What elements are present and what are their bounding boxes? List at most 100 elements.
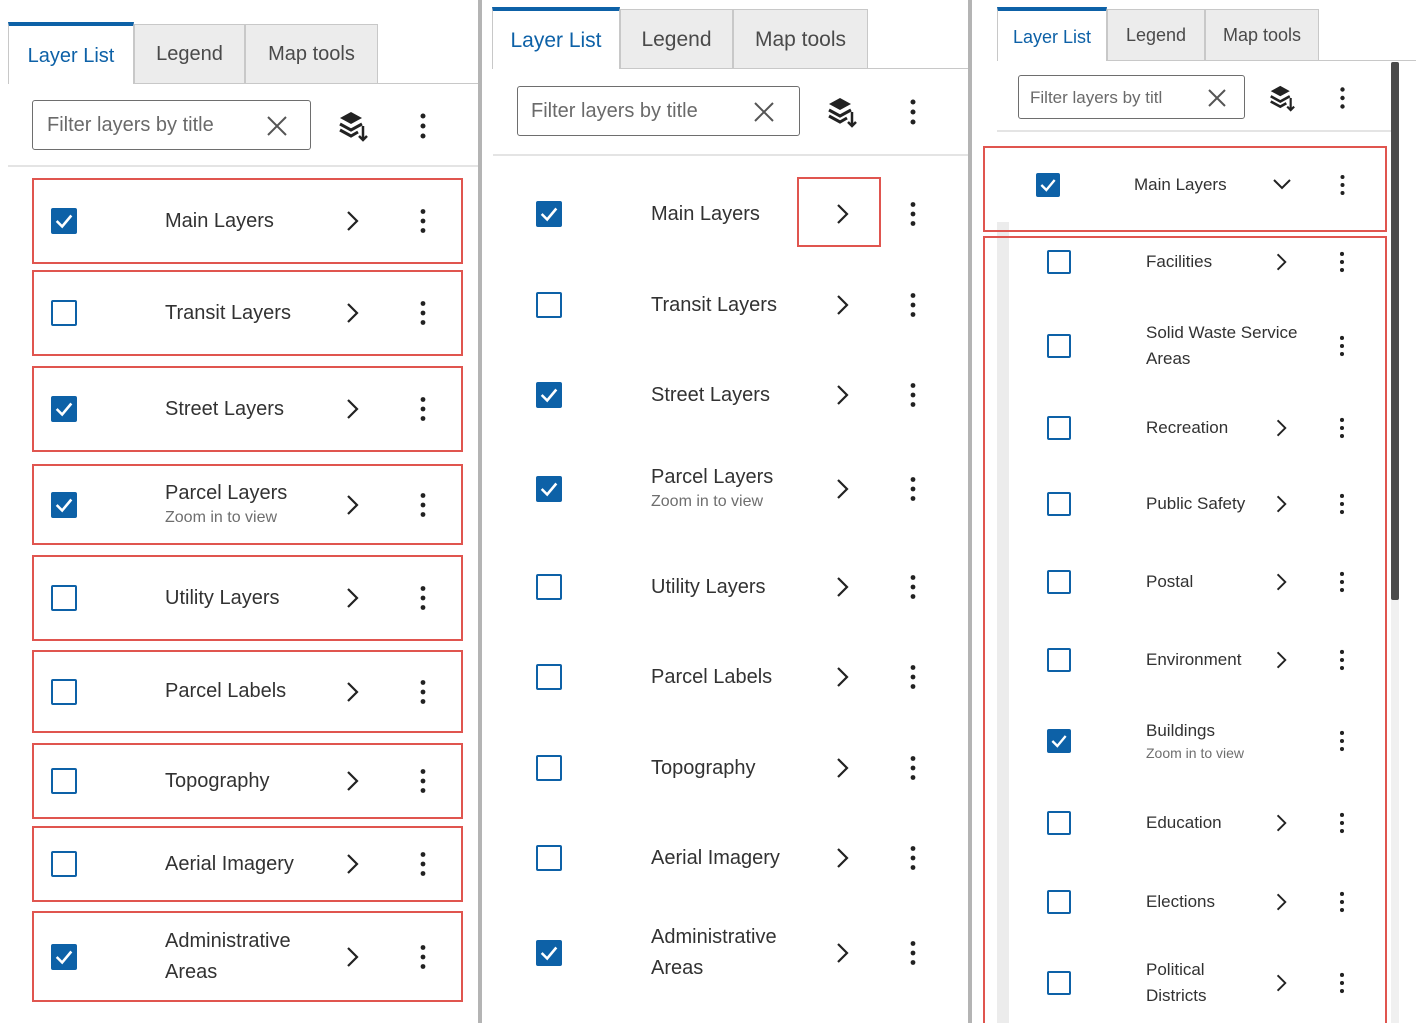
close-icon[interactable]: [752, 100, 776, 124]
layer-row-parcel-layers[interactable]: Parcel Layers Zoom in to view: [517, 441, 957, 537]
vertical-dots-icon[interactable]: [419, 396, 427, 422]
chevron-right-icon[interactable]: [1275, 973, 1287, 993]
layer-checkbox[interactable]: [1047, 648, 1071, 672]
layer-checkbox[interactable]: [536, 755, 562, 781]
layer-checkbox[interactable]: [1047, 570, 1071, 594]
layer-checkbox[interactable]: [51, 851, 77, 877]
layer-row-postal[interactable]: Postal: [1019, 544, 1389, 620]
tab-layer-list[interactable]: Layer List: [8, 22, 134, 84]
vertical-dots-icon[interactable]: [909, 574, 917, 600]
vertical-dots-icon[interactable]: [909, 755, 917, 781]
vertical-dots-icon[interactable]: [1338, 335, 1346, 357]
chevron-right-icon[interactable]: [345, 210, 359, 232]
filter-input[interactable]: Filter layers by title: [32, 100, 311, 150]
layer-row-topography[interactable]: Topography: [517, 725, 957, 811]
vertical-dots-icon[interactable]: [1338, 891, 1346, 913]
filter-input[interactable]: Filter layers by title: [517, 86, 800, 136]
chevron-right-icon[interactable]: [1275, 892, 1287, 912]
layer-checkbox[interactable]: [1047, 416, 1071, 440]
layer-row-aerial-imagery[interactable]: Aerial Imagery: [517, 815, 957, 901]
chevron-right-icon[interactable]: [1275, 494, 1287, 514]
layer-row-recreation[interactable]: Recreation: [1019, 390, 1389, 466]
layer-checkbox[interactable]: [51, 300, 77, 326]
layer-row-solid-waste-service-areas[interactable]: Solid Waste Service Areas: [1019, 306, 1389, 386]
layer-row-topography[interactable]: Topography: [32, 743, 463, 819]
chevron-right-icon[interactable]: [835, 757, 849, 779]
layers-stack-icon[interactable]: [1269, 84, 1295, 112]
layer-row-street-layers[interactable]: Street Layers: [517, 352, 957, 438]
chevron-right-icon[interactable]: [345, 770, 359, 792]
chevron-right-icon[interactable]: [835, 847, 849, 869]
layer-row-utility-layers[interactable]: Utility Layers: [517, 544, 957, 630]
layer-row-street-layers[interactable]: Street Layers: [32, 366, 463, 452]
vertical-dots-icon[interactable]: [1338, 251, 1346, 273]
chevron-right-icon[interactable]: [1275, 252, 1287, 272]
layer-row-aerial-imagery[interactable]: Aerial Imagery: [32, 826, 463, 902]
vertical-dots-icon[interactable]: [419, 585, 427, 611]
chevron-right-icon[interactable]: [835, 203, 849, 225]
chevron-right-icon[interactable]: [835, 478, 849, 500]
layer-row-transit-layers[interactable]: Transit Layers: [517, 262, 957, 348]
layer-checkbox[interactable]: [536, 845, 562, 871]
vertical-dots-icon[interactable]: [1338, 812, 1346, 834]
vertical-dots-icon[interactable]: [1339, 86, 1346, 110]
layer-checkbox[interactable]: [51, 208, 77, 234]
filter-input[interactable]: Filter layers by titl: [1018, 75, 1245, 119]
tab-legend[interactable]: Legend: [620, 9, 733, 68]
vertical-dots-icon[interactable]: [419, 208, 427, 234]
vertical-dots-icon[interactable]: [909, 292, 917, 318]
layers-stack-icon[interactable]: [827, 96, 857, 128]
layer-row-main-layers[interactable]: Main Layers: [983, 146, 1387, 232]
layer-row-environment[interactable]: Environment: [1019, 622, 1389, 698]
tab-map-tools[interactable]: Map tools: [733, 9, 868, 68]
layer-checkbox[interactable]: [536, 292, 562, 318]
layer-row-parcel-labels[interactable]: Parcel Labels: [517, 634, 957, 720]
layer-checkbox[interactable]: [536, 940, 562, 966]
layer-checkbox[interactable]: [51, 768, 77, 794]
layer-checkbox[interactable]: [1047, 890, 1071, 914]
layer-row-parcel-labels[interactable]: Parcel Labels: [32, 650, 463, 733]
layer-checkbox[interactable]: [51, 943, 77, 970]
vertical-dots-icon[interactable]: [1338, 730, 1346, 752]
layer-checkbox[interactable]: [1036, 173, 1060, 197]
vertical-dots-icon[interactable]: [419, 112, 427, 140]
layer-checkbox[interactable]: [1047, 334, 1071, 358]
tab-map-tools[interactable]: Map tools: [1205, 9, 1319, 60]
chevron-right-icon[interactable]: [345, 302, 359, 324]
layer-checkbox[interactable]: [1047, 729, 1071, 753]
chevron-right-icon[interactable]: [835, 384, 849, 406]
chevron-right-icon[interactable]: [345, 681, 359, 703]
vertical-dots-icon[interactable]: [909, 940, 917, 966]
layer-checkbox[interactable]: [536, 382, 562, 408]
vertical-dots-icon[interactable]: [419, 300, 427, 326]
layer-checkbox[interactable]: [1047, 971, 1071, 995]
layer-row-administrative-areas[interactable]: Administrative Areas: [517, 905, 957, 1001]
layer-row-buildings[interactable]: Buildings Zoom in to view: [1019, 698, 1389, 784]
chevron-right-icon[interactable]: [1275, 650, 1287, 670]
chevron-right-icon[interactable]: [835, 666, 849, 688]
layer-checkbox[interactable]: [51, 678, 77, 705]
vertical-dots-icon[interactable]: [909, 664, 917, 690]
vertical-dots-icon[interactable]: [1338, 649, 1346, 671]
tab-legend[interactable]: Legend: [1107, 9, 1205, 60]
layer-row-main-layers[interactable]: Main Layers: [32, 178, 463, 264]
layer-checkbox[interactable]: [1047, 492, 1071, 516]
vertical-dots-icon[interactable]: [419, 944, 427, 970]
chevron-right-icon[interactable]: [345, 494, 359, 516]
vertical-dots-icon[interactable]: [419, 851, 427, 877]
vertical-dots-icon[interactable]: [1338, 417, 1346, 439]
close-icon[interactable]: [265, 114, 289, 138]
layer-row-utility-layers[interactable]: Utility Layers: [32, 555, 463, 641]
layer-checkbox[interactable]: [536, 476, 562, 502]
layer-checkbox[interactable]: [1047, 250, 1071, 274]
layer-row-elections[interactable]: Elections: [1019, 864, 1389, 940]
chevron-right-icon[interactable]: [345, 587, 359, 609]
tab-legend[interactable]: Legend: [134, 24, 245, 83]
layer-row-public-safety[interactable]: Public Safety: [1019, 466, 1389, 542]
close-icon[interactable]: [1207, 88, 1227, 108]
layer-checkbox[interactable]: [51, 396, 77, 422]
vertical-dots-icon[interactable]: [419, 492, 427, 518]
layer-checkbox[interactable]: [536, 664, 562, 690]
vertical-dots-icon[interactable]: [1338, 493, 1346, 515]
tab-layer-list[interactable]: Layer List: [492, 7, 620, 69]
